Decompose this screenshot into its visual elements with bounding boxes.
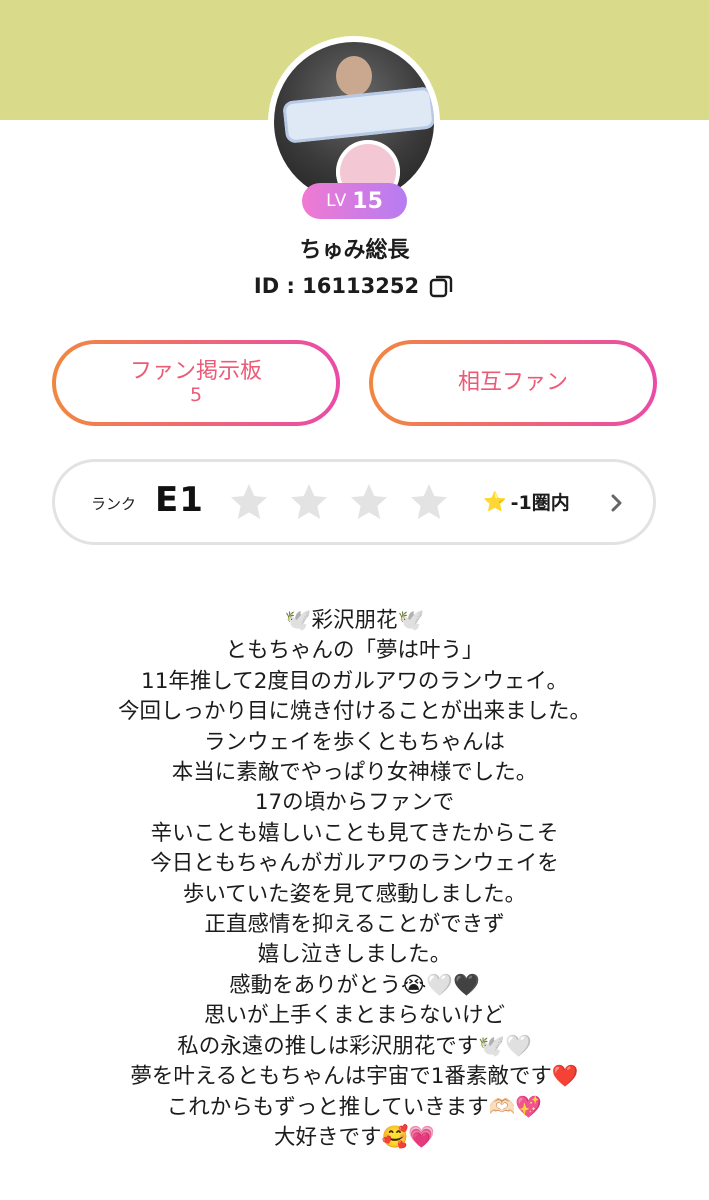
bio-line: これからもずっと推していきます🫶🏻💖 — [166, 1094, 543, 1120]
star-icon — [291, 484, 327, 519]
avatar-photo-sign — [282, 86, 434, 144]
mutual-fan-label: 相互ファン — [457, 370, 568, 396]
bio-line: ランウェイを歩くともちゃんは — [203, 729, 505, 755]
username: ちゅみ総長 — [299, 238, 410, 263]
mutual-fan-button[interactable]: 相互ファン — [369, 340, 657, 426]
level-number: 15 — [352, 188, 383, 214]
bio-line: 私の永遠の推しは彩沢朋花です🕊️🤍 — [177, 1033, 532, 1059]
fan-board-button[interactable]: ファン掲示板 5 — [52, 340, 340, 426]
user-id-row: ID : 16113252 — [0, 272, 709, 300]
rank-label: ランク — [91, 495, 137, 513]
star-icon — [231, 484, 267, 519]
fan-board-count: 5 — [189, 383, 203, 406]
bio-line: 本当に素敵でやっぱり女神様でした。 — [171, 760, 538, 786]
bio-line: 思いが上手くまとまらないけど — [203, 1003, 505, 1029]
rank-status-star-icon: ⭐ — [483, 491, 507, 513]
bio-line: 感動をありがとう😭🤍🖤 — [229, 972, 480, 998]
bio-line: 今回しっかり目に焼き付けることが出来ました。 — [117, 699, 591, 725]
bio-text: 🕊️彩沢朋花🕊️ ともちゃんの「夢は叶う」 11年推して2度目のガルアワのランウ… — [0, 606, 709, 1153]
rank-status-text: -1圏内 — [510, 492, 570, 514]
bio-line: 大好きです🥰💗 — [273, 1124, 436, 1150]
fan-board-label: ファン掲示板 — [129, 359, 262, 385]
bio-line: 今日ともちゃんがガルアワのランウェイを — [150, 851, 559, 877]
rank-status: ⭐ -1圏内 — [483, 488, 570, 515]
user-id: ID : 16113252 — [253, 274, 420, 298]
bio-line: 🕊️彩沢朋花🕊️ — [284, 608, 425, 633]
star-icon — [351, 484, 387, 519]
copy-icon[interactable] — [427, 272, 455, 300]
bio-line: 正直感情を抑えることができず — [204, 912, 505, 938]
bio-line: ともちゃんの「夢は叶う」 — [225, 638, 484, 664]
bio-line: 嬉し泣きしました。 — [257, 942, 452, 968]
bio-line: 歩いていた姿を見て感動しました。 — [182, 881, 527, 907]
level-badge: LV 15 — [302, 183, 407, 219]
rank-value: E1 — [155, 480, 204, 520]
bio-line: 17の頃からファンで — [254, 790, 455, 816]
rank-card[interactable]: ランク E1 ⭐ -1圏内 — [52, 459, 656, 545]
bio-line: 辛いことも嬉しいことも見てきたからこそ — [150, 820, 559, 846]
avatar-photo-face — [336, 56, 372, 96]
star-icon — [411, 484, 447, 519]
avatar-photo — [274, 42, 434, 202]
level-prefix: LV — [326, 191, 348, 211]
bio-line: 11年推して2度目のガルアワのランウェイ。 — [141, 668, 568, 694]
bio-line: 夢を叶えるともちゃんは宇宙で1番素敵です❤️ — [130, 1064, 579, 1090]
chevron-right-icon[interactable] — [608, 492, 626, 514]
